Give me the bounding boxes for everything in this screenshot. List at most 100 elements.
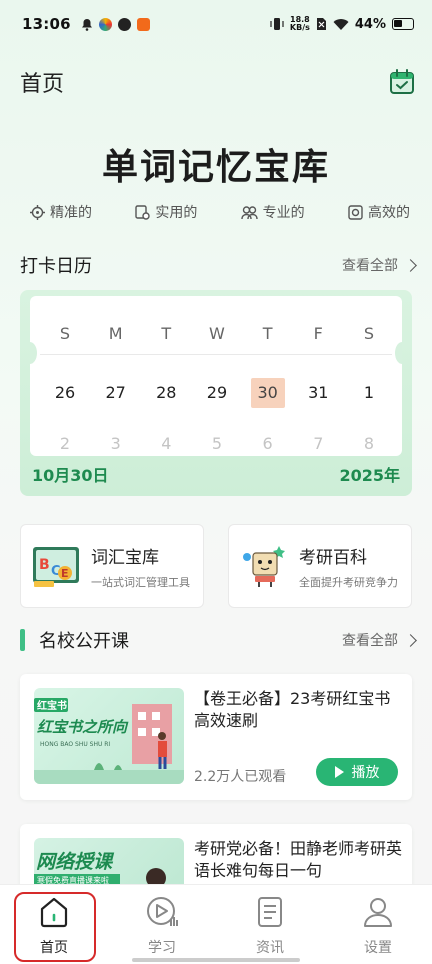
exam-mascot-icon <box>243 546 285 587</box>
section-accent-bar <box>20 629 25 651</box>
tab-home[interactable]: 首页 <box>0 885 108 964</box>
net-speed-unit: KB/s <box>289 23 310 32</box>
calendar-ticket: S M T W T F S 26 27 28 29 30 31 1 2 3 4 … <box>30 296 402 456</box>
exam-wiki-text: 考研百科 全面提升考研竞争力 <box>299 543 398 590</box>
weekday-label: S <box>363 324 375 343</box>
course-thumbnail-art: 红宝书 红宝书之所向 HONG BAO SHU SHU RI <box>34 698 184 784</box>
notification-icons <box>81 17 150 31</box>
battery-icon <box>392 18 414 30</box>
page-title: 首页 <box>20 72 65 97</box>
hero-title: 单词记忆宝库 <box>101 147 330 188</box>
svg-text:E: E <box>61 567 69 580</box>
days-row: 26 27 28 29 30 31 1 <box>48 378 386 408</box>
vocab-bank-card[interactable]: B C E 词汇宝库 一站式词汇管理工具 <box>20 524 204 608</box>
user-icon <box>364 898 392 927</box>
vocabulary-board-icon: B C E <box>33 547 79 587</box>
calendar-day-faded: 5 <box>211 434 223 453</box>
feature-label: 高效的 <box>367 205 410 221</box>
tool-subtitle: 全面提升考研竞争力 <box>299 575 398 589</box>
efficiency-icon <box>348 204 363 220</box>
courses-title: 名校公开课 <box>39 631 129 652</box>
svg-text:B: B <box>39 557 50 573</box>
thumb-subtitle: HONG BAO SHU SHU RI <box>40 741 110 748</box>
target-icon <box>30 204 45 220</box>
tool-cards: B C E 词汇宝库 一站式词汇管理工具 考研百科 全面提升考研竞争力 <box>20 524 412 608</box>
checkin-title: 打卡日历 <box>20 256 92 277</box>
tab-label: 设置 <box>364 940 392 956</box>
courses-view-all-link[interactable]: 查看全部 <box>342 630 417 650</box>
tab-settings[interactable]: 设置 <box>324 885 432 964</box>
net-speed: 18.8 KB/s <box>290 16 310 32</box>
tool-subtitle: 一站式词汇管理工具 <box>91 575 190 589</box>
gesture-bar[interactable] <box>132 958 300 962</box>
feature-item: 实用的 <box>135 202 197 222</box>
play-circle-icon <box>147 897 178 926</box>
weekday-label: S <box>59 324 71 343</box>
wifi-icon <box>333 18 349 30</box>
weekday-label: T <box>262 324 273 343</box>
calendar-day-faded: 4 <box>161 434 172 453</box>
checkin-calendar[interactable]: S M T W T F S 26 27 28 29 30 31 1 2 3 4 … <box>20 290 412 496</box>
tool-title: 考研百科 <box>299 547 367 568</box>
status-bar: 13:06 18.8 KB/s 44% <box>0 0 432 48</box>
feature-list: 精准的 实用的 专业的 高效的 <box>30 202 410 222</box>
chevron-right-icon <box>404 258 417 272</box>
calendar-day-today[interactable]: 30 <box>250 378 285 408</box>
calendar-day-faded: 6 <box>262 434 273 453</box>
view-all-label: 查看全部 <box>342 258 398 274</box>
weekday-label: F <box>313 324 323 343</box>
calendar-day[interactable]: 1 <box>352 378 386 408</box>
calendar-day[interactable]: 27 <box>99 378 133 408</box>
app-colorful-icon <box>98 17 112 31</box>
tab-label: 资讯 <box>256 940 284 956</box>
play-icon <box>334 766 344 778</box>
calendar-footer: 10月30日 2025年 <box>32 462 400 486</box>
bottom-tab-bar: 首页 学习 资讯 设置 <box>0 884 432 964</box>
app-link-icon <box>117 17 131 31</box>
bell-icon <box>81 18 92 31</box>
settings-box-icon <box>135 204 151 220</box>
course-title: 考研党必备！田静老师考研英语长难句每日一句 <box>194 839 403 880</box>
calendar-day[interactable]: 31 <box>301 378 335 408</box>
current-date: 10月30日 <box>32 466 109 485</box>
feature-label: 实用的 <box>155 205 198 221</box>
page-header: 首页 <box>20 64 415 100</box>
thumb-tag: 红宝书 <box>37 699 67 712</box>
tool-title: 词汇宝库 <box>91 547 159 568</box>
next-week-row: 2 3 4 5 6 7 8 <box>48 434 386 453</box>
course-card[interactable]: 红宝书 红宝书之所向 HONG BAO SHU SHU RI 【卷王必备】23考… <box>20 674 412 800</box>
calendar-check-icon[interactable] <box>389 69 415 95</box>
people-icon <box>240 205 258 219</box>
tab-study[interactable]: 学习 <box>108 885 216 964</box>
tab-news[interactable]: 资讯 <box>216 885 324 964</box>
checkin-section-header: 打卡日历 查看全部 <box>20 252 417 278</box>
tab-label: 学习 <box>148 940 176 956</box>
app-orange-icon <box>136 17 150 31</box>
thumb-title: 红宝书之所向 <box>37 718 129 736</box>
play-button[interactable]: 播放 <box>316 758 398 786</box>
view-all-label: 查看全部 <box>342 633 398 649</box>
thumb-title: 网络授课 <box>36 851 115 873</box>
feature-item: 精准的 <box>30 202 92 222</box>
course-views: 2.2万人已观看 <box>194 769 287 785</box>
exam-wiki-card[interactable]: 考研百科 全面提升考研竞争力 <box>228 524 412 608</box>
calendar-day[interactable]: 28 <box>149 378 183 408</box>
feature-label: 专业的 <box>262 205 305 221</box>
chevron-right-icon <box>404 633 417 647</box>
vibrate-icon <box>270 18 284 30</box>
vocab-bank-text: 词汇宝库 一站式词汇管理工具 <box>91 543 190 590</box>
calendar-day-faded: 3 <box>110 434 121 453</box>
courses-section-header: 名校公开课 查看全部 <box>20 627 417 653</box>
weekday-label: T <box>161 324 172 343</box>
calendar-divider <box>40 354 392 355</box>
weekday-label: M <box>108 324 123 343</box>
sim-off-icon <box>316 18 326 30</box>
status-time: 13:06 <box>22 15 71 33</box>
checkin-view-all-link[interactable]: 查看全部 <box>342 255 417 275</box>
status-right: 18.8 KB/s 44% <box>270 16 414 32</box>
calendar-day[interactable]: 26 <box>48 378 82 408</box>
calendar-day-faded: 2 <box>59 434 71 453</box>
document-icon <box>258 897 282 927</box>
feature-item: 专业的 <box>240 202 305 222</box>
calendar-day[interactable]: 29 <box>200 378 234 408</box>
